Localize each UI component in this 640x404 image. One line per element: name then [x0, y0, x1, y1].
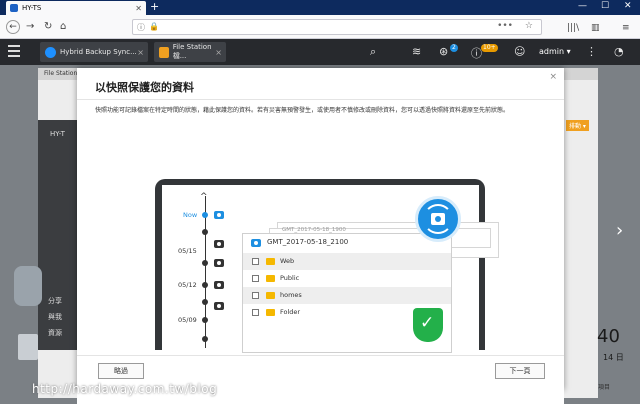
folder-row: Public [243, 270, 451, 287]
folder-name: homes [280, 291, 302, 299]
external-devices-icon[interactable]: ⊛ [439, 45, 448, 58]
checkbox [252, 292, 259, 299]
close-icon[interactable]: × [137, 48, 144, 57]
shield-check-icon [413, 308, 443, 342]
window-close-button[interactable]: ✕ [624, 1, 632, 11]
search-icon[interactable]: ⌕ [370, 45, 376, 59]
folder-icon [266, 275, 275, 282]
bookmark-star-icon[interactable]: ☆ [525, 21, 533, 31]
sidebar-item-recycle[interactable]: 資源 [38, 322, 78, 338]
app-tab-label: Hybrid Backup Sync... [60, 48, 137, 56]
folder-row: Web [243, 253, 451, 270]
chevron-right-icon[interactable]: › [616, 220, 623, 241]
background-tasks-icon[interactable]: ≋ [412, 45, 421, 58]
close-icon[interactable]: × [549, 72, 557, 82]
snapshot-intro-dialog: 以快照保護您的資料 × 快照功能可記錄檔案在特定時間的狀態，藉此保護您的資料。若… [77, 68, 564, 404]
app-tab-file-station[interactable]: File Station 檔... × [154, 42, 226, 62]
skip-button[interactable]: 略過 [98, 363, 144, 379]
user-menu[interactable]: admin ▾ [539, 47, 571, 56]
page-actions-icon[interactable]: ••• [497, 21, 513, 31]
items-label: 項目 [598, 384, 611, 391]
timeline-dot [202, 260, 208, 266]
clock-widget: 40 [597, 326, 620, 347]
timeline-axis [205, 196, 206, 348]
new-tab-button[interactable]: + [150, 1, 159, 13]
library-icon[interactable]: |||\ [567, 23, 579, 33]
back-button[interactable]: ← [6, 20, 20, 34]
folder-name: Folder [280, 308, 301, 316]
main-menu-icon[interactable] [8, 45, 20, 57]
camera-icon [251, 239, 261, 247]
sidebar-item-shared-with-me[interactable]: 與我 [38, 306, 78, 322]
timeline-dot [202, 336, 208, 342]
tab-close-icon[interactable]: ✕ [135, 4, 146, 13]
snapshot-title: GMT_2017-05-18_2100 [267, 238, 349, 246]
close-icon[interactable]: × [215, 48, 222, 57]
timeline-label: 05/15 [178, 247, 197, 255]
folder-name: Web [280, 257, 295, 265]
forward-button[interactable]: → [26, 20, 34, 34]
home-button[interactable]: ⌂ [60, 20, 66, 34]
dashboard-gauge-icon[interactable]: ◔ [614, 45, 624, 58]
divider [77, 99, 564, 100]
timeline-dot [202, 299, 208, 305]
dialog-description: 快照功能可記錄檔案在特定時間的狀態，藉此保護您的資料。若有災害無預警發生，或使用… [95, 107, 510, 114]
info-icon[interactable]: ⓘ [137, 22, 145, 33]
file-station-icon [159, 46, 169, 58]
timeline-label: 05/09 [178, 316, 197, 324]
camera-icon [214, 281, 224, 289]
timeline-dot [202, 212, 208, 218]
notification-badge: 2 [450, 44, 458, 52]
qts-taskbar: Hybrid Backup Sync... × File Station 檔..… [0, 39, 640, 65]
folder-icon [266, 258, 275, 265]
event-count-badge: 10+ [481, 44, 498, 52]
date-widget: 14 日 [603, 353, 624, 362]
maximize-button[interactable]: ☐ [601, 1, 609, 11]
checkbox [252, 258, 259, 265]
robot-mascot-icon [14, 266, 42, 306]
qnap-favicon-icon [10, 4, 18, 12]
more-options-icon[interactable]: ⋮ [586, 45, 597, 58]
timeline-label: 05/12 [178, 281, 197, 289]
minimize-button[interactable]: — [578, 1, 587, 11]
chevron-up-icon: ^ [200, 192, 208, 202]
folder-icon [266, 292, 275, 299]
timeline-dot [202, 317, 208, 323]
sidebar-item-share[interactable]: 分享 [38, 138, 78, 306]
timeline-dot [202, 282, 208, 288]
sort-button[interactable]: 排動 ▾ [566, 120, 589, 131]
camera-icon [214, 259, 224, 267]
folder-row: homes [243, 287, 451, 304]
browser-tab-title: HY-TS [22, 4, 42, 12]
checkbox [252, 275, 259, 282]
sidebar-item-nas[interactable]: HY-T [38, 120, 78, 138]
next-button[interactable]: 下一頁 [495, 363, 545, 379]
browser-navbar: ← → ↻ ⌂ ⓘ 🔒 ••• ☆ |||\ ▥ ≡ [0, 15, 640, 39]
file-station-sidebar: HY-T 分享 與我 資源 [38, 120, 78, 350]
recycle-bin-icon[interactable] [18, 334, 38, 360]
insecure-lock-icon[interactable]: 🔒 [149, 22, 159, 31]
url-bar[interactable]: ⓘ 🔒 ••• ☆ [132, 19, 542, 35]
browser-titlebar: HY-TS ✕ + — ☐ ✕ [0, 0, 640, 15]
browser-menu-icon[interactable]: ≡ [622, 23, 630, 33]
camera-icon [214, 302, 224, 310]
folder-icon [266, 309, 275, 316]
user-avatar-icon[interactable]: ☺ [514, 45, 525, 58]
reload-button[interactable]: ↻ [44, 20, 52, 34]
hybrid-backup-sync-icon [45, 46, 56, 58]
folder-name: Public [280, 274, 300, 282]
timeline-dot [202, 229, 208, 235]
watermark-text: http://hardaway.com.tw/blog [32, 382, 218, 396]
dialog-title: 以快照保護您的資料 [95, 81, 194, 94]
snapshot-sync-icon [415, 196, 461, 242]
camera-icon [431, 213, 445, 225]
checkbox [252, 309, 259, 316]
app-tab-hybrid-backup-sync[interactable]: Hybrid Backup Sync... × [40, 42, 148, 62]
browser-tab[interactable]: HY-TS ✕ [6, 1, 146, 15]
camera-icon [214, 240, 224, 248]
app-tab-label: File Station 檔... [172, 43, 212, 60]
timeline-label-now: Now [183, 211, 198, 219]
camera-icon [214, 211, 224, 219]
sidebar-icon[interactable]: ▥ [591, 23, 600, 33]
